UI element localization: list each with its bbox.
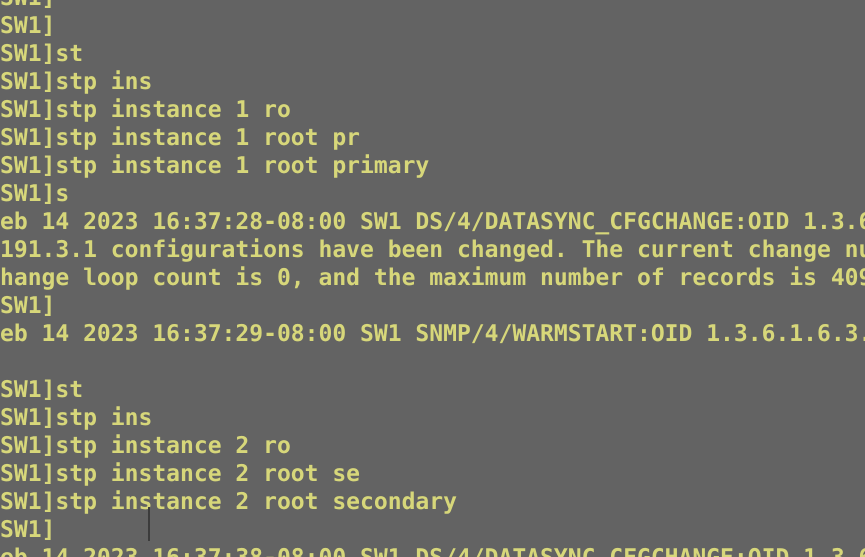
terminal-line: SW1]st (0, 377, 84, 403)
text-caret-icon (148, 507, 150, 541)
terminal-line: SW1]stp instance 1 root pr (0, 125, 361, 151)
terminal-line: SW1]st (0, 41, 84, 67)
terminal-line: SW1]stp instance 2 ro (0, 433, 291, 459)
terminal-line: eb 14 2023 16:37:28-08:00 SW1 DS/4/DATAS… (0, 209, 865, 235)
terminal-line: eb 14 2023 16:37:38-08:00 SW1 DS/4/DATAS… (0, 544, 865, 557)
terminal-window[interactable]: SW1]SW1]SW1]stSW1]stp insSW1]stp instanc… (0, 0, 865, 557)
terminal-line: SW1]stp instance 2 root secondary (0, 489, 457, 515)
terminal-line: 191.3.1 configurations have been changed… (0, 237, 865, 263)
terminal-line: SW1]stp instance 1 ro (0, 97, 291, 123)
terminal-line: SW1]stp instance 2 root se (0, 461, 361, 487)
terminal-line: SW1]s (0, 181, 70, 207)
terminal-line: SW1] (0, 293, 56, 319)
terminal-line: SW1] (0, 13, 56, 39)
terminal-output-screen[interactable]: SW1]SW1]SW1]stSW1]stp insSW1]stp instanc… (0, 0, 865, 557)
terminal-line: SW1] (0, 0, 865, 12)
terminal-line: SW1]stp instance 1 root primary (0, 153, 430, 179)
terminal-line: hange loop count is 0, and the maximum n… (0, 265, 865, 291)
terminal-line: SW1]stp ins (0, 405, 153, 431)
terminal-line: SW1] (0, 517, 56, 543)
terminal-line: SW1]stp ins (0, 69, 153, 95)
terminal-line: eb 14 2023 16:37:29-08:00 SW1 SNMP/4/WAR… (0, 321, 865, 347)
